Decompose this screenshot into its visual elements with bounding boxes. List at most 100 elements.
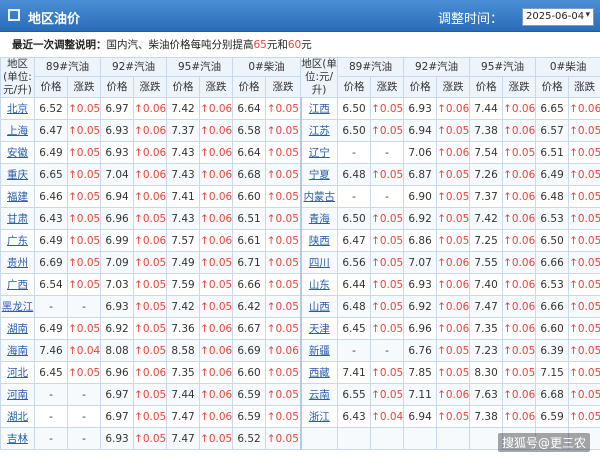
region-link[interactable]: 贵州 xyxy=(0,251,35,274)
region-link[interactable]: 安徽 xyxy=(0,141,35,164)
price-cell: - xyxy=(337,141,372,164)
price-cell: 6.97 xyxy=(100,97,135,120)
price-change-cell: ↑0.05 xyxy=(66,97,102,120)
price-cell: 7.85 xyxy=(403,361,438,384)
region-link[interactable]: 北京 xyxy=(0,97,35,120)
region-link[interactable]: 江苏 xyxy=(299,119,339,142)
region-link[interactable]: 浙江 xyxy=(299,405,339,428)
region-link[interactable]: 海南 xyxy=(0,339,35,362)
change-subheader: 涨跌 xyxy=(436,75,471,99)
price-change-cell: ↑0.04 xyxy=(370,405,405,428)
region-link[interactable]: 四川 xyxy=(299,251,339,274)
price-cell: 7.37 xyxy=(469,185,504,208)
price-change-cell: - xyxy=(66,295,102,318)
price-change-cell: ↑0.05 xyxy=(265,163,302,186)
region-link[interactable]: 西藏 xyxy=(299,361,339,384)
price-change-cell: ↑0.06 xyxy=(199,361,234,384)
date-select[interactable]: 2025-06-04 ▾ xyxy=(522,8,594,26)
price-change-cell xyxy=(436,427,471,450)
price-cell: 6.66 xyxy=(535,251,570,274)
price-change-cell: ↑0.06 xyxy=(199,317,234,340)
price-cell: 6.65 xyxy=(34,163,68,186)
price-cell: 7.36 xyxy=(166,317,201,340)
price-change-cell: ↑0.06 xyxy=(199,207,234,230)
price-cell: 7.57 xyxy=(166,229,201,252)
title-bar: 地区油价 调整时间： 2025-06-04 ▾ xyxy=(0,0,600,32)
change-subheader: 涨跌 xyxy=(568,75,600,99)
price-change-cell: ↑0.05 xyxy=(502,339,537,362)
price-cell: 8.30 xyxy=(469,361,504,384)
price-cell xyxy=(403,427,438,450)
price-change-cell: ↑0.05 xyxy=(66,207,102,230)
region-link[interactable]: 湖南 xyxy=(0,317,35,340)
price-cell: 7.11 xyxy=(403,383,438,406)
region-link[interactable]: 宁夏 xyxy=(299,163,339,186)
price-cell: 6.93 xyxy=(100,295,135,318)
chevron-down-icon[interactable]: ▾ xyxy=(585,10,590,20)
region-link[interactable]: 云南 xyxy=(299,383,339,406)
price-cell: 7.43 xyxy=(166,163,201,186)
price-cell: 6.96 xyxy=(100,207,135,230)
price-change-cell: ↑0.05 xyxy=(199,251,234,274)
price-change-cell: ↑0.05 xyxy=(370,163,405,186)
price-cell: 7.63 xyxy=(469,383,504,406)
region-link[interactable]: 福建 xyxy=(0,185,35,208)
region-link[interactable]: 山东 xyxy=(299,273,339,296)
region-link[interactable]: 天津 xyxy=(299,317,339,340)
price-cell: 6.96 xyxy=(403,317,438,340)
region-link[interactable]: 湖北 xyxy=(0,405,35,428)
price-change-cell: ↑0.05 xyxy=(436,361,471,384)
price-table: 地区(单位:元/升) 89#汽油 92#汽油 95#汽油 0#柴油 地区(单位:… xyxy=(0,57,600,450)
price-change-cell: - xyxy=(370,339,405,362)
price-subheader: 价格 xyxy=(166,75,201,99)
region-link[interactable]: 河南 xyxy=(0,383,35,406)
price-change-cell: ↑0.06 xyxy=(436,141,471,164)
price-cell: 6.57 xyxy=(535,119,570,142)
price-change-cell: ↑0.06 xyxy=(436,251,471,274)
region-link[interactable]: 广西 xyxy=(0,273,35,296)
price-change-cell: ↑0.05 xyxy=(133,405,168,428)
price-cell: 7.07 xyxy=(403,251,438,274)
price-cell: - xyxy=(34,427,68,450)
price-cell: 6.60 xyxy=(232,185,267,208)
fuel-header-95: 95#汽油 xyxy=(166,57,234,77)
region-link[interactable]: 陕西 xyxy=(299,229,339,252)
region-link[interactable]: 山西 xyxy=(299,295,339,318)
notice-prefix: 最近一次调整说明： xyxy=(12,39,107,51)
region-link[interactable]: 甘肃 xyxy=(0,207,35,230)
price-subheader: 价格 xyxy=(535,75,570,99)
region-link[interactable]: 广东 xyxy=(0,229,35,252)
region-link[interactable]: 内蒙古 xyxy=(299,185,339,208)
fuel-header-92: 92#汽油 xyxy=(100,57,168,77)
price-change-cell: ↑0.06 xyxy=(199,163,234,186)
price-cell: 8.58 xyxy=(166,339,201,362)
price-cell: 6.93 xyxy=(403,273,438,296)
price-change-cell: ↑0.05 xyxy=(66,163,102,186)
region-link[interactable]: 黑龙江 xyxy=(0,295,35,318)
price-change-cell: ↑0.05 xyxy=(502,141,537,164)
region-link[interactable]: 重庆 xyxy=(0,163,35,186)
price-change-cell xyxy=(370,427,405,450)
price-change-cell: ↑0.05 xyxy=(436,119,471,142)
region-link[interactable]: 江西 xyxy=(299,97,339,120)
table-row: 上海 6.47 ↑0.05 6.93 ↑0.06 7.37 ↑0.06 6.58 ↑0.05 江苏… xyxy=(0,119,600,142)
region-link[interactable]: 吉林 xyxy=(0,427,35,450)
price-cell: 7.42 xyxy=(166,295,201,318)
price-change-cell: ↑0.06 xyxy=(502,383,537,406)
price-cell: 6.93 xyxy=(100,141,135,164)
price-cell: 6.68 xyxy=(232,163,267,186)
price-cell: - xyxy=(34,295,68,318)
price-change-cell: ↑0.05 xyxy=(370,119,405,142)
region-link[interactable]: 河北 xyxy=(0,361,35,384)
region-link[interactable]: 辽宁 xyxy=(299,141,339,164)
price-cell: 6.49 xyxy=(535,163,570,186)
region-link[interactable]: 青海 xyxy=(299,207,339,230)
price-change-cell: ↑0.05 xyxy=(66,229,102,252)
price-change-cell: ↑0.06 xyxy=(502,317,537,340)
region-link[interactable]: 上海 xyxy=(0,119,35,142)
price-cell: 7.15 xyxy=(535,361,570,384)
price-change-cell: ↑0.05 xyxy=(370,251,405,274)
price-change-cell: ↑0.05 xyxy=(265,141,302,164)
price-change-cell: ↑0.06 xyxy=(199,185,234,208)
region-link[interactable]: 新疆 xyxy=(299,339,339,362)
